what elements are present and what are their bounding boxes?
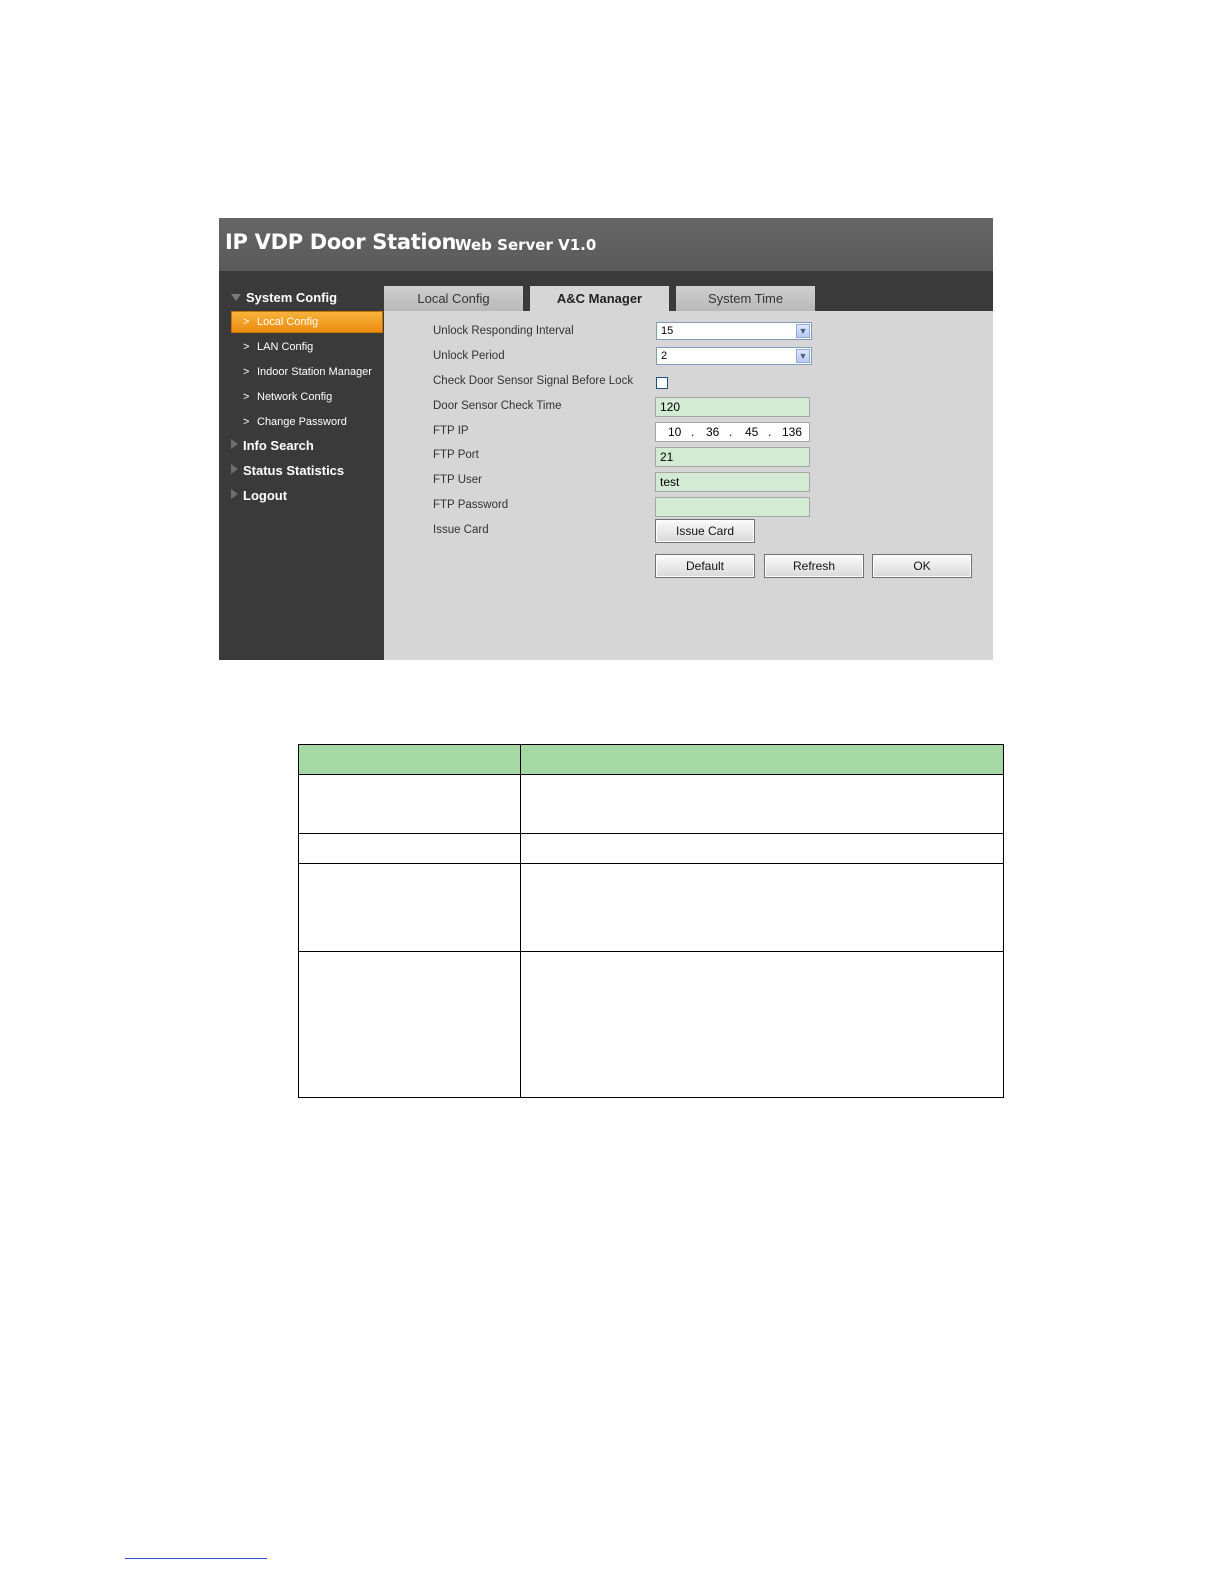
footer-link-underline [125,1558,267,1559]
unlock-period-label: Unlock Period [433,350,505,362]
app-header: IP VDP Door Station Web Server V1.0 [219,218,993,271]
sensor-check-time-label: Door Sensor Check Time [433,400,562,412]
unlock-period-value: 2 [661,350,668,362]
chevron-down-icon[interactable]: ▼ [796,324,810,338]
sensor-check-time-input[interactable]: 120 [655,397,810,417]
triangle-right-icon [231,464,238,474]
tab-system-time[interactable]: System Time [676,286,815,311]
table-row-divider [299,863,1003,864]
table-header-row [299,745,1003,775]
ftp-password-label: FTP Password [433,499,509,511]
sidebar: System Config > Local Config > LAN Config … [219,271,384,660]
ftp-port-input[interactable]: 21 [655,447,810,467]
chevron-right-icon: > [243,341,250,353]
chevron-right-icon: > [243,416,250,428]
tab-ac-manager[interactable]: A&C Manager [530,286,669,311]
ftp-password-input[interactable] [655,497,810,517]
unlock-interval-value: 15 [661,325,674,337]
refresh-button[interactable]: Refresh [764,554,864,578]
ftp-user-label: FTP User [433,474,482,486]
check-sensor-checkbox[interactable] [656,377,668,389]
check-sensor-label: Check Door Sensor Signal Before Lock [433,375,634,387]
ftp-ip-octet-4[interactable]: 136 [782,423,802,441]
chevron-right-icon: > [243,391,250,403]
issue-card-label: Issue Card [433,524,489,536]
triangle-right-icon [231,439,238,449]
issue-card-button[interactable]: Issue Card [655,519,755,543]
sidebar-item-local-config[interactable]: > Local Config [231,311,383,333]
tab-local-config[interactable]: Local Config [384,286,523,311]
ftp-ip-octet-3[interactable]: 45 [745,423,758,441]
ftp-user-input[interactable]: test [655,472,810,492]
default-button[interactable]: Default [655,554,755,578]
ftp-ip-input[interactable]: 10 . 36 . 45 . 136 [655,422,810,442]
unlock-interval-select[interactable]: 15 ▼ [656,322,812,340]
sidebar-item-lan-config[interactable]: > LAN Config [231,336,383,358]
app-title: IP VDP Door Station [225,230,457,254]
tab-bar: Local Config A&C Manager System Time [384,271,993,311]
unlock-interval-label: Unlock Responding Interval [433,325,574,337]
ftp-ip-octet-2[interactable]: 36 [706,423,719,441]
sidebar-section-system-config[interactable]: System Config [231,290,337,305]
triangle-down-icon [231,294,241,301]
chevron-right-icon: > [243,316,250,328]
ip-dot: . [691,425,695,439]
table-column-divider [520,745,521,1097]
sidebar-item-indoor-station-manager[interactable]: > Indoor Station Manager [231,361,383,383]
sidebar-section-status-statistics[interactable]: Status Statistics [231,463,344,478]
sidebar-section-info-search[interactable]: Info Search [231,438,314,453]
sidebar-item-network-config[interactable]: > Network Config [231,386,383,408]
web-server-window: IP VDP Door Station Web Server V1.0 Syst… [219,218,993,660]
unlock-period-select[interactable]: 2 ▼ [656,347,812,365]
sidebar-section-logout[interactable]: Logout [231,488,287,503]
table-row-divider [299,833,1003,834]
ip-dot: . [729,425,733,439]
chevron-down-icon[interactable]: ▼ [796,349,810,363]
parameter-table [298,744,1004,1098]
ftp-ip-label: FTP IP [433,425,469,437]
ip-dot: . [768,425,772,439]
ftp-port-label: FTP Port [433,449,479,461]
sidebar-item-change-password[interactable]: > Change Password [231,411,383,433]
ok-button[interactable]: OK [872,554,972,578]
ftp-ip-octet-1[interactable]: 10 [668,423,681,441]
triangle-right-icon [231,489,238,499]
chevron-right-icon: > [243,366,250,378]
app-subtitle: Web Server V1.0 [455,236,597,254]
table-row-divider [299,951,1003,952]
